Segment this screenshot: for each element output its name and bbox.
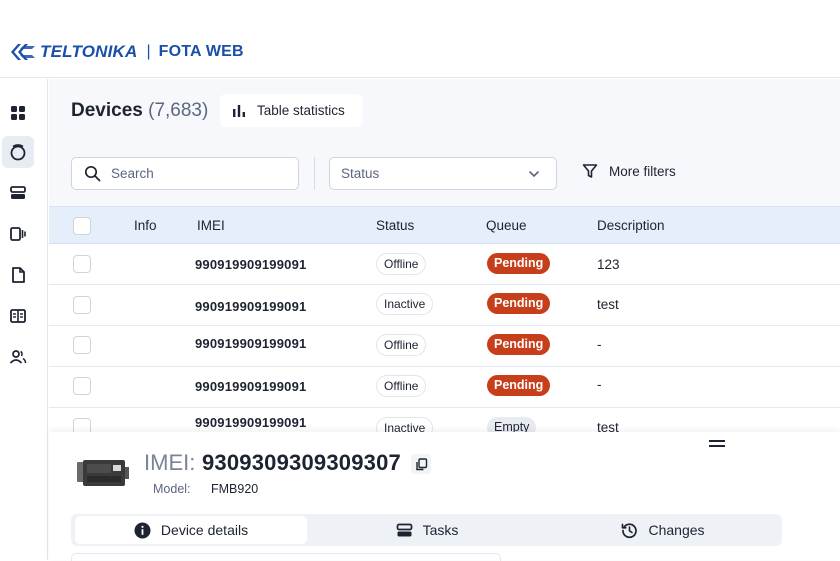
- row-checkbox[interactable]: [73, 296, 91, 314]
- row-imei: 990919909199091: [195, 379, 307, 394]
- tab-changes-label: Changes: [648, 522, 705, 538]
- table-row[interactable]: 990919909199091 Inactive Pending test: [49, 285, 840, 326]
- bar-chart-icon: [233, 104, 245, 117]
- search-icon: [84, 165, 101, 182]
- sidebar-item-reports[interactable]: [2, 300, 34, 332]
- status-badge: Offline: [376, 253, 427, 275]
- users-icon: [9, 350, 27, 364]
- details-tabs: Device details Tasks Changes: [71, 514, 782, 546]
- row-description: 123: [597, 257, 620, 272]
- tasks-icon: [396, 523, 412, 536]
- table-row[interactable]: 990919909199091 Offline Pending -: [49, 326, 840, 367]
- sidebar-item-device-groups[interactable]: [2, 218, 34, 250]
- status-badge: Inactive: [376, 293, 434, 315]
- row-description: -: [597, 337, 602, 352]
- sidebar-item-dashboard[interactable]: [2, 97, 34, 129]
- info-icon: [134, 522, 151, 538]
- tab-device-details[interactable]: Device details: [75, 516, 307, 544]
- sidebar: [0, 79, 48, 560]
- logo[interactable]: TELTONIKA | FOTA WEB: [9, 40, 244, 64]
- select-all-checkbox[interactable]: [73, 217, 91, 235]
- queue-badge: Pending: [487, 293, 551, 314]
- row-checkbox[interactable]: [73, 336, 91, 354]
- table-row[interactable]: 990919909199091 Offline Pending 123: [49, 244, 840, 285]
- row-checkbox[interactable]: [73, 255, 91, 273]
- imei-label: IMEI:: [144, 450, 196, 475]
- imei-value: 9309309309309307: [202, 450, 401, 475]
- queue-badge: Pending: [487, 375, 551, 396]
- history-icon: [622, 522, 638, 538]
- column-header-imei[interactable]: IMEI: [197, 218, 225, 233]
- status-select[interactable]: Status: [329, 157, 557, 190]
- sidebar-item-users[interactable]: [2, 341, 34, 373]
- page-title-text: Devices: [71, 100, 143, 121]
- copy-button[interactable]: [411, 454, 431, 474]
- top-bar: TELTONIKA | FOTA WEB: [0, 0, 840, 78]
- table-statistics-button[interactable]: Table statistics: [220, 94, 363, 127]
- model-value: FMB920: [211, 482, 259, 496]
- tab-tasks[interactable]: Tasks: [311, 516, 543, 544]
- device-image: [77, 460, 129, 486]
- row-imei: 990919909199091: [195, 336, 307, 351]
- dashboard-icon: [11, 106, 25, 120]
- sidebar-item-files[interactable]: [2, 259, 34, 291]
- row-description: test: [597, 297, 619, 312]
- teltonika-logo-icon: [11, 44, 35, 60]
- table-row[interactable]: 990919909199091 Offline Pending -: [49, 367, 840, 408]
- more-filters-label: More filters: [609, 163, 676, 179]
- devices-icon: [10, 144, 26, 161]
- queue-badge: Pending: [487, 253, 551, 274]
- status-badge: Offline: [376, 375, 427, 397]
- row-description: -: [597, 377, 602, 392]
- more-filters-button[interactable]: More filters: [582, 163, 676, 179]
- reports-icon: [10, 309, 26, 323]
- search-box[interactable]: [71, 157, 299, 190]
- status-select-placeholder: Status: [341, 166, 380, 181]
- table-header: Info IMEI Status Queue Description: [49, 206, 840, 244]
- copy-icon: [415, 457, 427, 470]
- column-header-description[interactable]: Description: [597, 218, 665, 233]
- filter-divider: [314, 157, 315, 190]
- column-header-queue[interactable]: Queue: [486, 218, 527, 233]
- row-imei: 990919909199091: [195, 415, 307, 430]
- page-title: Devices (7,683): [71, 100, 208, 122]
- column-header-info[interactable]: Info: [134, 218, 157, 233]
- drag-handle[interactable]: [709, 440, 725, 448]
- tab-device-details-label: Device details: [160, 522, 249, 538]
- brand-separator: |: [146, 43, 151, 60]
- model-label: Model:: [153, 482, 191, 496]
- filter-icon: [582, 164, 598, 178]
- brand-name: TELTONIKA: [40, 42, 138, 61]
- sidebar-item-tasks[interactable]: [2, 177, 34, 209]
- chevron-down-icon: [529, 171, 539, 177]
- tasks-icon: [10, 186, 26, 199]
- row-imei: 990919909199091: [195, 299, 307, 314]
- tab-changes[interactable]: Changes: [547, 516, 779, 544]
- device-count: (7,683): [148, 100, 209, 121]
- row-checkbox[interactable]: [73, 377, 91, 395]
- tab-tasks-label: Tasks: [422, 522, 459, 538]
- files-icon: [12, 267, 25, 283]
- status-badge: Offline: [376, 334, 427, 356]
- product-name: FOTA WEB: [158, 43, 244, 60]
- device-details-panel: IMEI: 9309309309309307 Model: FMB920 Dev…: [49, 432, 840, 561]
- sidebar-item-devices[interactable]: [2, 136, 34, 168]
- row-imei: 990919909199091: [195, 257, 307, 272]
- device-groups-icon: [10, 227, 26, 241]
- table-statistics-label: Table statistics: [257, 103, 345, 118]
- queue-badge: Pending: [487, 334, 551, 355]
- column-header-status[interactable]: Status: [376, 218, 414, 233]
- search-input[interactable]: [111, 166, 281, 181]
